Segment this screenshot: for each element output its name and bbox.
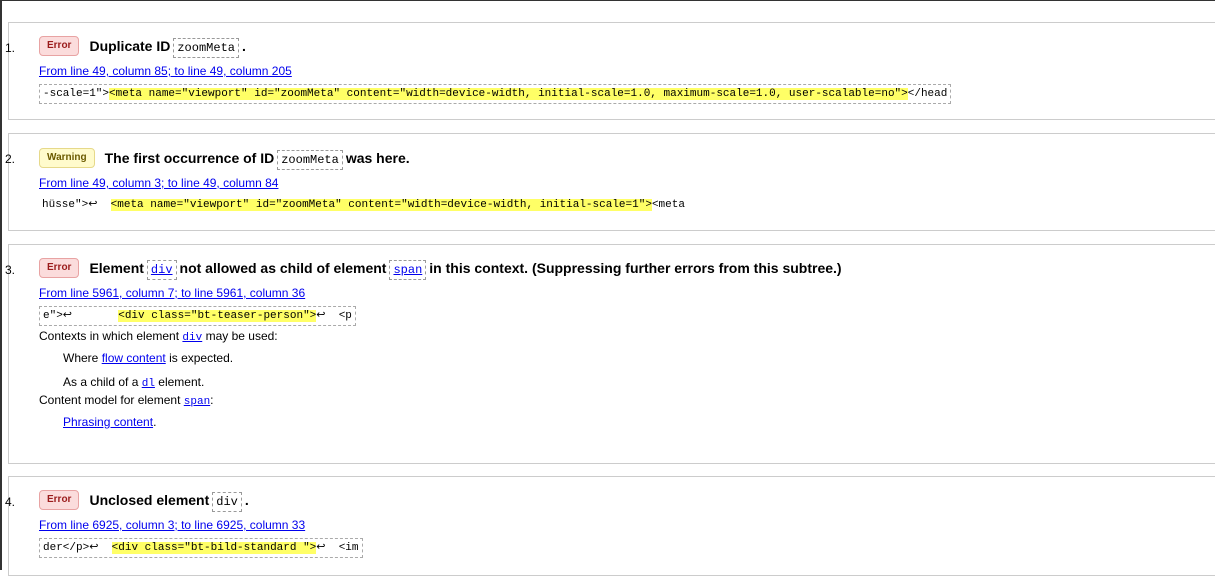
message-item: 1. Error Duplicate ID zoomMeta. From line… <box>5 22 1215 120</box>
content-model: Phrasing content. <box>63 415 157 429</box>
location-link[interactable]: From line 49, column 85; to line 49, col… <box>39 62 951 80</box>
element-link[interactable]: span <box>389 260 427 280</box>
phrasing-content-link[interactable]: Phrasing content <box>63 415 153 429</box>
message-number: 4. <box>5 495 16 509</box>
error-badge: Error <box>39 258 80 278</box>
message-number: 3. <box>5 263 16 277</box>
location-link[interactable]: From line 6925, column 3; to line 6925, … <box>39 516 363 534</box>
message-item: 2. Warning The first occurrence of ID zoo… <box>5 133 1215 231</box>
element-link[interactable]: dl <box>142 378 155 390</box>
code-snippet: zoomMeta <box>173 38 239 58</box>
code-snippet: zoomMeta <box>277 150 343 170</box>
source-extract: e">↩ <div class="bt-teaser-person">↩ <p <box>39 306 356 326</box>
error-badge: Error <box>39 490 80 510</box>
message-item: 4. Error Unclosed element div. From line … <box>5 476 1215 576</box>
source-extract: -scale=1"><meta name="viewport" id="zoom… <box>39 84 952 104</box>
message-number: 2. <box>5 152 16 166</box>
element-link[interactable]: span <box>184 396 210 408</box>
context-where: Where flow content is expected. <box>63 351 234 365</box>
message-number: 1. <box>5 41 16 55</box>
source-extract: der</p>↩ <div class="bt-bild-standard ">… <box>39 538 363 558</box>
error-badge: Error <box>39 36 80 56</box>
message-title: Duplicate ID zoomMeta. <box>89 34 246 58</box>
content-model-label: Content model for element span: <box>39 393 214 408</box>
element-link[interactable]: div <box>146 260 177 280</box>
source-extract: hüsse">↩ <meta name="viewport" id="zoomM… <box>42 199 685 211</box>
message-title: The first occurrence of ID zoomMeta was he… <box>105 146 410 170</box>
message-title: Element div not allowed as child of elemen… <box>89 256 842 280</box>
message-title: Unclosed element div. <box>89 488 249 512</box>
location-link[interactable]: From line 49, column 3; to line 49, colu… <box>39 174 688 192</box>
message-item: 3. Error Element div not allowed as child … <box>5 244 1215 464</box>
code-snippet: div <box>212 492 242 512</box>
contexts-label: Contexts in which element div may be use… <box>39 329 278 344</box>
flow-content-link[interactable]: flow content <box>102 351 166 365</box>
warning-badge: Warning <box>39 148 95 168</box>
location-link[interactable]: From line 5961, column 7; to line 5961, … <box>39 284 842 302</box>
element-link[interactable]: div <box>182 332 202 344</box>
